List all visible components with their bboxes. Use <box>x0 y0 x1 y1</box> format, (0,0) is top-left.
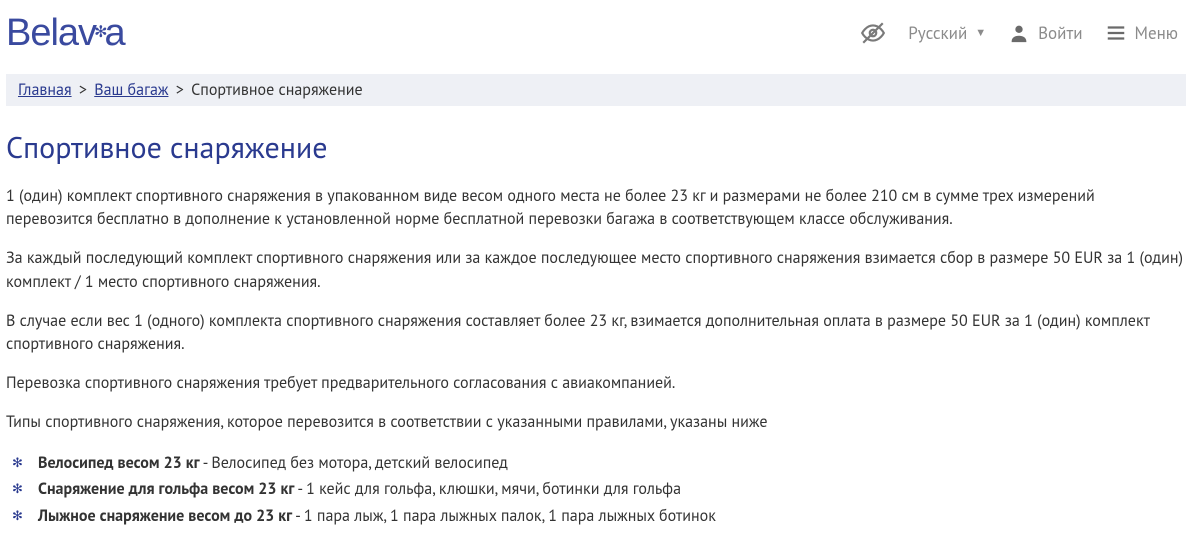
chevron-down-icon: ▼ <box>975 26 986 40</box>
accessibility-icon[interactable] <box>860 20 886 46</box>
brand-logo[interactable]: Belav✻a <box>6 12 125 55</box>
language-label: Русский <box>908 22 967 44</box>
list-item: Лыжное снаряжение весом до 23 кг - 1 пар… <box>34 504 1184 529</box>
login-button[interactable]: Войти <box>1008 22 1082 44</box>
paragraph-1: 1 (один) комплект спортивного снаряжения… <box>6 185 1184 231</box>
menu-button[interactable]: Меню <box>1105 22 1179 44</box>
menu-label: Меню <box>1135 22 1179 44</box>
paragraph-3: В случае если вес 1 (одного) комплекта с… <box>6 310 1184 356</box>
user-icon <box>1008 22 1030 44</box>
paragraph-5: Типы спортивного снаряжения, которое пер… <box>6 411 1184 434</box>
language-selector[interactable]: Русский ▼ <box>908 22 986 44</box>
equipment-list: Велосипед весом 23 кг - Велосипед без мо… <box>6 451 1184 529</box>
main-content: Спортивное снаряжение 1 (один) комплект … <box>0 106 1192 551</box>
login-label: Войти <box>1038 22 1082 44</box>
paragraph-4: Перевозка спортивного снаряжения требует… <box>6 372 1184 395</box>
breadcrumb-baggage[interactable]: Ваш багаж <box>94 80 168 100</box>
breadcrumb-home[interactable]: Главная <box>18 80 72 100</box>
list-item: Велосипед весом 23 кг - Велосипед без мо… <box>34 451 1184 476</box>
page-title: Спортивное снаряжение <box>6 128 1184 167</box>
paragraph-2: За каждый последующий комплект спортивно… <box>6 247 1184 293</box>
menu-icon <box>1105 22 1127 44</box>
site-header: Belav✻a Русский ▼ Войти <box>0 0 1192 62</box>
list-item: Снаряжение для гольфа весом 23 кг - 1 ке… <box>34 477 1184 502</box>
snowflake-icon: ✻ <box>94 22 106 42</box>
breadcrumb: Главная > Ваш багаж > Спортивное снаряже… <box>6 74 1186 106</box>
breadcrumb-current: Спортивное снаряжение <box>191 80 363 100</box>
header-actions: Русский ▼ Войти Меню <box>860 20 1178 46</box>
